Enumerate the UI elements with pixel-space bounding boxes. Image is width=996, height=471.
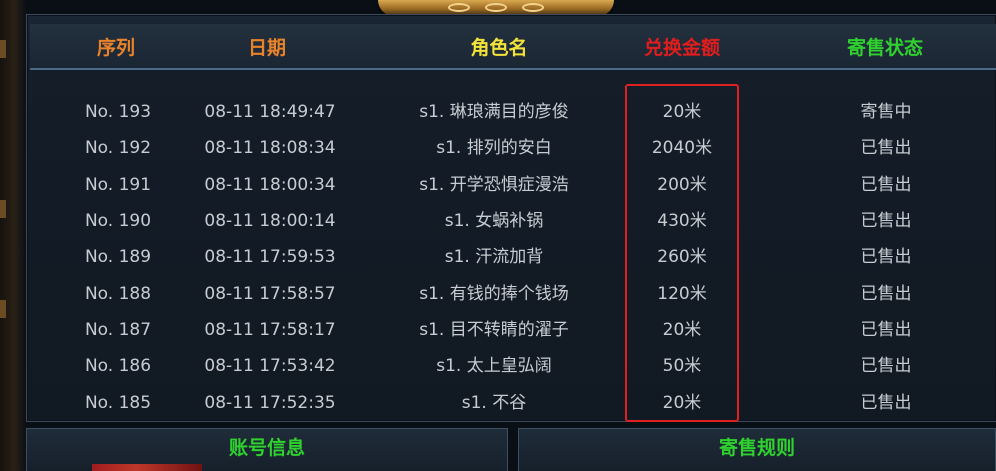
row-amount: 20米 (662, 102, 702, 122)
row-role: s1. 有钱的捧个钱场 (419, 284, 569, 304)
table-row[interactable]: No. 187 08-11 17:58:17 s1. 目不转睛的濯子 20米 已… (30, 312, 996, 348)
row-role: s1. 汗流加背 (444, 247, 544, 267)
row-role: s1. 不谷 (461, 393, 527, 413)
row-index: No. 185 (84, 393, 152, 413)
row-role: s1. 太上皇弘阔 (436, 356, 552, 376)
row-date: 08-11 18:00:34 (204, 175, 336, 195)
row-date: 08-11 18:49:47 (204, 102, 336, 122)
table-row[interactable]: No. 190 08-11 18:00:14 s1. 女蜗补锅 430米 已售出 (30, 203, 996, 239)
table-row[interactable]: No. 185 08-11 17:52:35 s1. 不谷 20米 已售出 (30, 385, 996, 421)
header-amount: 兑换金额 (643, 37, 720, 59)
row-amount: 50米 (662, 356, 702, 376)
row-index: No. 186 (84, 356, 152, 376)
row-index: No. 187 (84, 320, 152, 340)
row-status: 已售出 (860, 320, 912, 340)
row-date: 08-11 18:00:14 (204, 211, 336, 231)
row-role: s1. 琳琅满目的彦俊 (419, 102, 569, 122)
row-amount: 260米 (657, 247, 707, 267)
row-role: s1. 目不转睛的濯子 (419, 320, 569, 340)
row-status: 已售出 (860, 175, 912, 195)
tab-consign-rules[interactable]: 寄售规则 (518, 428, 996, 471)
ornament-knot (448, 3, 470, 12)
table-row[interactable]: No. 189 08-11 17:59:53 s1. 汗流加背 260米 已售出 (30, 239, 996, 275)
left-frame-edge (0, 0, 26, 471)
row-status: 已售出 (860, 284, 912, 304)
table-row[interactable]: No. 188 08-11 17:58:57 s1. 有钱的捧个钱场 120米 … (30, 276, 996, 312)
frame-notch (0, 200, 6, 218)
row-index: No. 189 (84, 247, 152, 267)
row-status: 已售出 (860, 356, 912, 376)
table-row[interactable]: No. 191 08-11 18:00:34 s1. 开学恐惧症漫浩 200米 … (30, 167, 996, 203)
row-amount: 20米 (662, 393, 702, 413)
row-index: No. 193 (84, 102, 152, 122)
header-index: 序列 (96, 37, 135, 59)
row-amount: 200米 (657, 175, 707, 195)
row-role: s1. 女蜗补锅 (444, 211, 544, 231)
row-role: s1. 开学恐惧症漫浩 (419, 175, 569, 195)
header-role: 角色名 (470, 37, 528, 59)
row-amount: 2040米 (651, 138, 713, 158)
header-status: 寄售状态 (846, 37, 923, 59)
row-index: No. 191 (84, 175, 152, 195)
row-amount: 120米 (657, 284, 707, 304)
table-row[interactable]: No. 193 08-11 18:49:47 s1. 琳琅满目的彦俊 20米 寄… (30, 94, 996, 130)
row-date: 08-11 17:59:53 (204, 247, 336, 267)
row-date: 08-11 17:53:42 (204, 356, 336, 376)
row-amount: 430米 (657, 211, 707, 231)
row-index: No. 192 (84, 138, 152, 158)
row-status: 已售出 (860, 393, 912, 413)
row-amount: 20米 (662, 320, 702, 340)
header-date: 日期 (247, 37, 286, 59)
table-row[interactable]: No. 192 08-11 18:08:34 s1. 排列的安白 2040米 已… (30, 130, 996, 166)
table-header: 序列 日期 角色名 兑换金额 寄售状态 (30, 24, 996, 70)
table-row[interactable]: No. 186 08-11 17:53:42 s1. 太上皇弘阔 50米 已售出 (30, 348, 996, 384)
row-status: 已售出 (860, 138, 912, 158)
frame-notch (0, 300, 6, 318)
row-date: 08-11 18:08:34 (204, 138, 336, 158)
row-date: 08-11 17:58:17 (204, 320, 336, 340)
row-index: No. 188 (84, 284, 152, 304)
row-index: No. 190 (84, 211, 152, 231)
row-status: 已售出 (860, 247, 912, 267)
red-label-fragment (92, 464, 202, 471)
frame-notch (0, 40, 6, 58)
row-status: 寄售中 (860, 102, 912, 122)
ornament-knot (522, 3, 544, 12)
row-status: 已售出 (860, 211, 912, 231)
row-date: 08-11 17:52:35 (204, 393, 336, 413)
ornament-knot (485, 3, 507, 12)
row-role: s1. 排列的安白 (436, 138, 552, 158)
row-date: 08-11 17:58:57 (204, 284, 336, 304)
